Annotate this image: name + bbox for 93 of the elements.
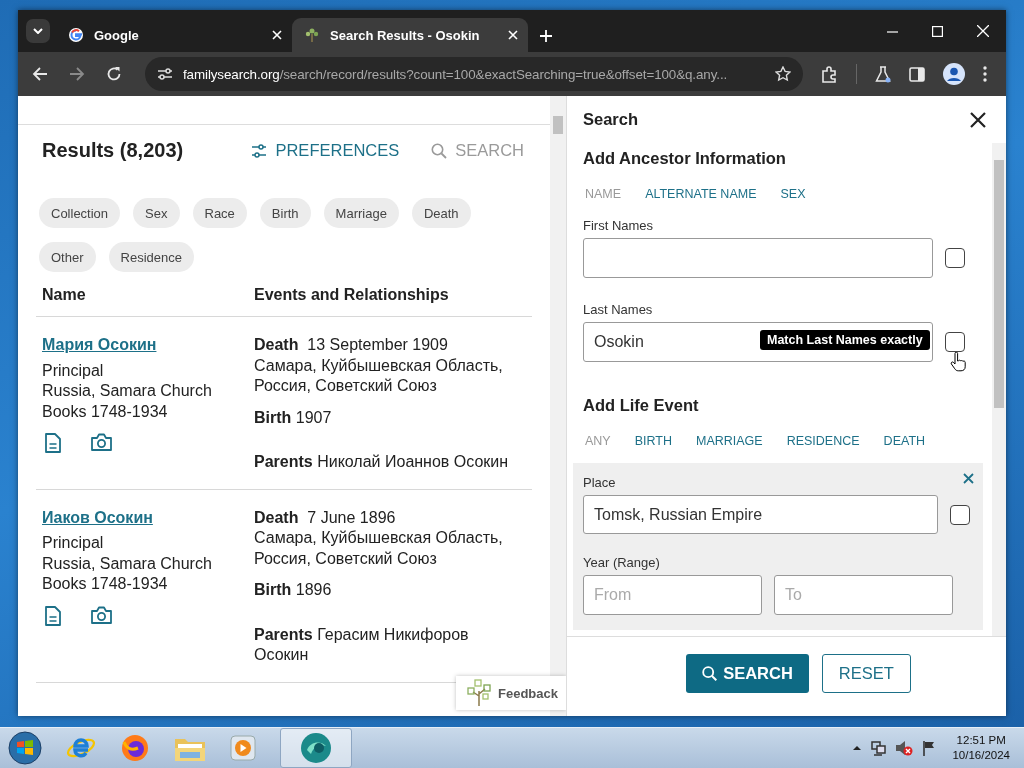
event-type-link[interactable]: MARRIAGE — [696, 434, 763, 448]
event-line: Birth 1907 — [254, 407, 333, 428]
tooltip: Match Last Names exactly — [760, 330, 930, 350]
clock-time: 12:51 PM — [956, 733, 1006, 748]
record-role: Principal — [42, 360, 105, 381]
chevron-down-icon — [33, 28, 43, 34]
results-title: Results (8,203) — [42, 139, 185, 162]
event-type-link[interactable]: DEATH — [883, 434, 926, 448]
collection-name: Russia, Samara Church Books 1748-1934 — [42, 553, 213, 594]
search-icon — [431, 142, 448, 159]
maximize-icon[interactable] — [932, 25, 943, 37]
tree-icon — [466, 679, 492, 707]
tab-list-button[interactable] — [26, 19, 50, 43]
place-field[interactable]: Tomsk, Russian Empire — [583, 495, 938, 534]
app-circle-icon[interactable] — [299, 732, 333, 764]
checkbox[interactable] — [945, 248, 965, 268]
filter-chip[interactable]: Sex — [133, 198, 180, 228]
url-text: familysearch.org/search/record/results?count=100&exactSearching=true&offset=100&q.any... — [183, 66, 729, 82]
checkbox[interactable] — [945, 332, 965, 352]
firefox-icon[interactable] — [120, 733, 150, 763]
filter-chip[interactable]: Other — [39, 242, 96, 272]
field-label: Last Names — [583, 302, 653, 317]
browser-tab[interactable]: Google — [56, 18, 292, 52]
flag-icon[interactable] — [922, 740, 937, 756]
section-title: Add Ancestor Information — [583, 149, 787, 168]
filter-chip[interactable]: Race — [192, 198, 247, 228]
site-settings-icon[interactable] — [157, 67, 173, 81]
checkbox[interactable] — [950, 504, 970, 525]
plus-icon[interactable] — [540, 30, 552, 42]
event-type-link[interactable]: BIRTH — [634, 434, 672, 448]
clock-date: 10/16/2024 — [952, 748, 1010, 763]
event-place: Самара, Куйбышевская Область, Россия, Советский Союз — [254, 528, 504, 569]
preferences-button[interactable]: PREFERENCES — [251, 141, 400, 160]
reset-button[interactable]: RESET — [821, 654, 911, 693]
search-button[interactable]: SEARCH — [686, 654, 809, 693]
up-arrow-icon[interactable] — [853, 745, 862, 751]
start-button[interactable] — [8, 731, 42, 765]
tree-icon — [304, 27, 320, 43]
collection-name: Russia, Samara Church Books 1748-1934 — [42, 381, 213, 422]
year-to-field[interactable]: To — [774, 575, 953, 615]
field-label: Place — [583, 475, 616, 490]
section-title: Add Life Event — [583, 396, 700, 415]
filter-chip[interactable]: Death — [411, 198, 471, 228]
camera-icon[interactable] — [91, 433, 112, 451]
filter-chip[interactable]: Collection — [39, 198, 121, 228]
filter-chip[interactable]: Birth — [259, 198, 311, 228]
event-line: Birth 1896 — [254, 580, 333, 600]
event-line: Death 7 June 1896 — [254, 507, 397, 528]
field-label: First Names — [583, 218, 654, 233]
avatar-icon[interactable] — [943, 63, 965, 85]
tab-title: Search Results - Osokin — [330, 27, 481, 43]
menu-icon[interactable] — [983, 66, 987, 82]
scrollbar-thumb[interactable] — [994, 160, 1004, 408]
document-icon[interactable] — [45, 433, 61, 453]
forward-icon[interactable] — [69, 66, 85, 82]
tab-title: Google — [94, 27, 140, 43]
ancestor-type-link[interactable]: ALTERNATE NAME — [645, 187, 757, 201]
sliders-icon — [251, 143, 268, 158]
column-header: Name — [42, 286, 87, 305]
ancestor-type-link[interactable]: SEX — [780, 187, 806, 201]
browser-tab[interactable]: Search Results - Osokin — [292, 18, 528, 52]
year-from-field[interactable]: From — [583, 575, 762, 615]
filter-chip[interactable]: Marriage — [323, 198, 399, 228]
sidebar-icon[interactable] — [909, 66, 925, 82]
record-role: Principal — [42, 533, 105, 553]
record-name-link[interactable]: Иаков Осокин — [42, 507, 153, 528]
address-bar[interactable]: familysearch.org/search/record/results?count=100&exactSearching=true&offset=100&q.any... — [145, 57, 803, 91]
event-line: Death 13 September 1909 — [254, 335, 449, 355]
scrollbar-thumb[interactable] — [553, 116, 563, 134]
first-names-field[interactable] — [583, 238, 933, 278]
star-icon[interactable] — [775, 66, 791, 82]
field-label: Year (Range) — [583, 555, 660, 570]
event-type-link[interactable]: RESIDENCE — [786, 434, 860, 448]
event-line: Parents Николай Иоаннов Осокин — [254, 452, 510, 472]
network-icon[interactable] — [870, 740, 887, 756]
record-name-link[interactable]: Мария Осокин — [42, 335, 157, 356]
close-icon[interactable] — [970, 111, 986, 128]
camera-icon[interactable] — [91, 605, 112, 624]
flask-icon[interactable] — [875, 65, 891, 83]
hand-cursor-icon — [950, 352, 966, 372]
feedback-button[interactable]: Feedback — [456, 676, 566, 710]
puzzle-icon[interactable] — [821, 65, 838, 83]
panel-title: Search — [583, 110, 640, 129]
event-place: Самара, Куйбышевская Область, Россия, Советский Союз — [254, 355, 504, 396]
document-icon[interactable] — [45, 605, 61, 626]
reload-icon[interactable] — [106, 66, 122, 82]
muted-speaker-icon[interactable] — [895, 740, 914, 756]
filter-chip[interactable]: Residence — [108, 242, 194, 272]
back-icon[interactable] — [32, 66, 48, 82]
google-icon — [68, 27, 84, 43]
event-line: Parents Герасим Никифоров Осокин — [254, 624, 470, 665]
column-header: Events and Relationships — [254, 286, 450, 305]
search-icon — [702, 666, 718, 681]
